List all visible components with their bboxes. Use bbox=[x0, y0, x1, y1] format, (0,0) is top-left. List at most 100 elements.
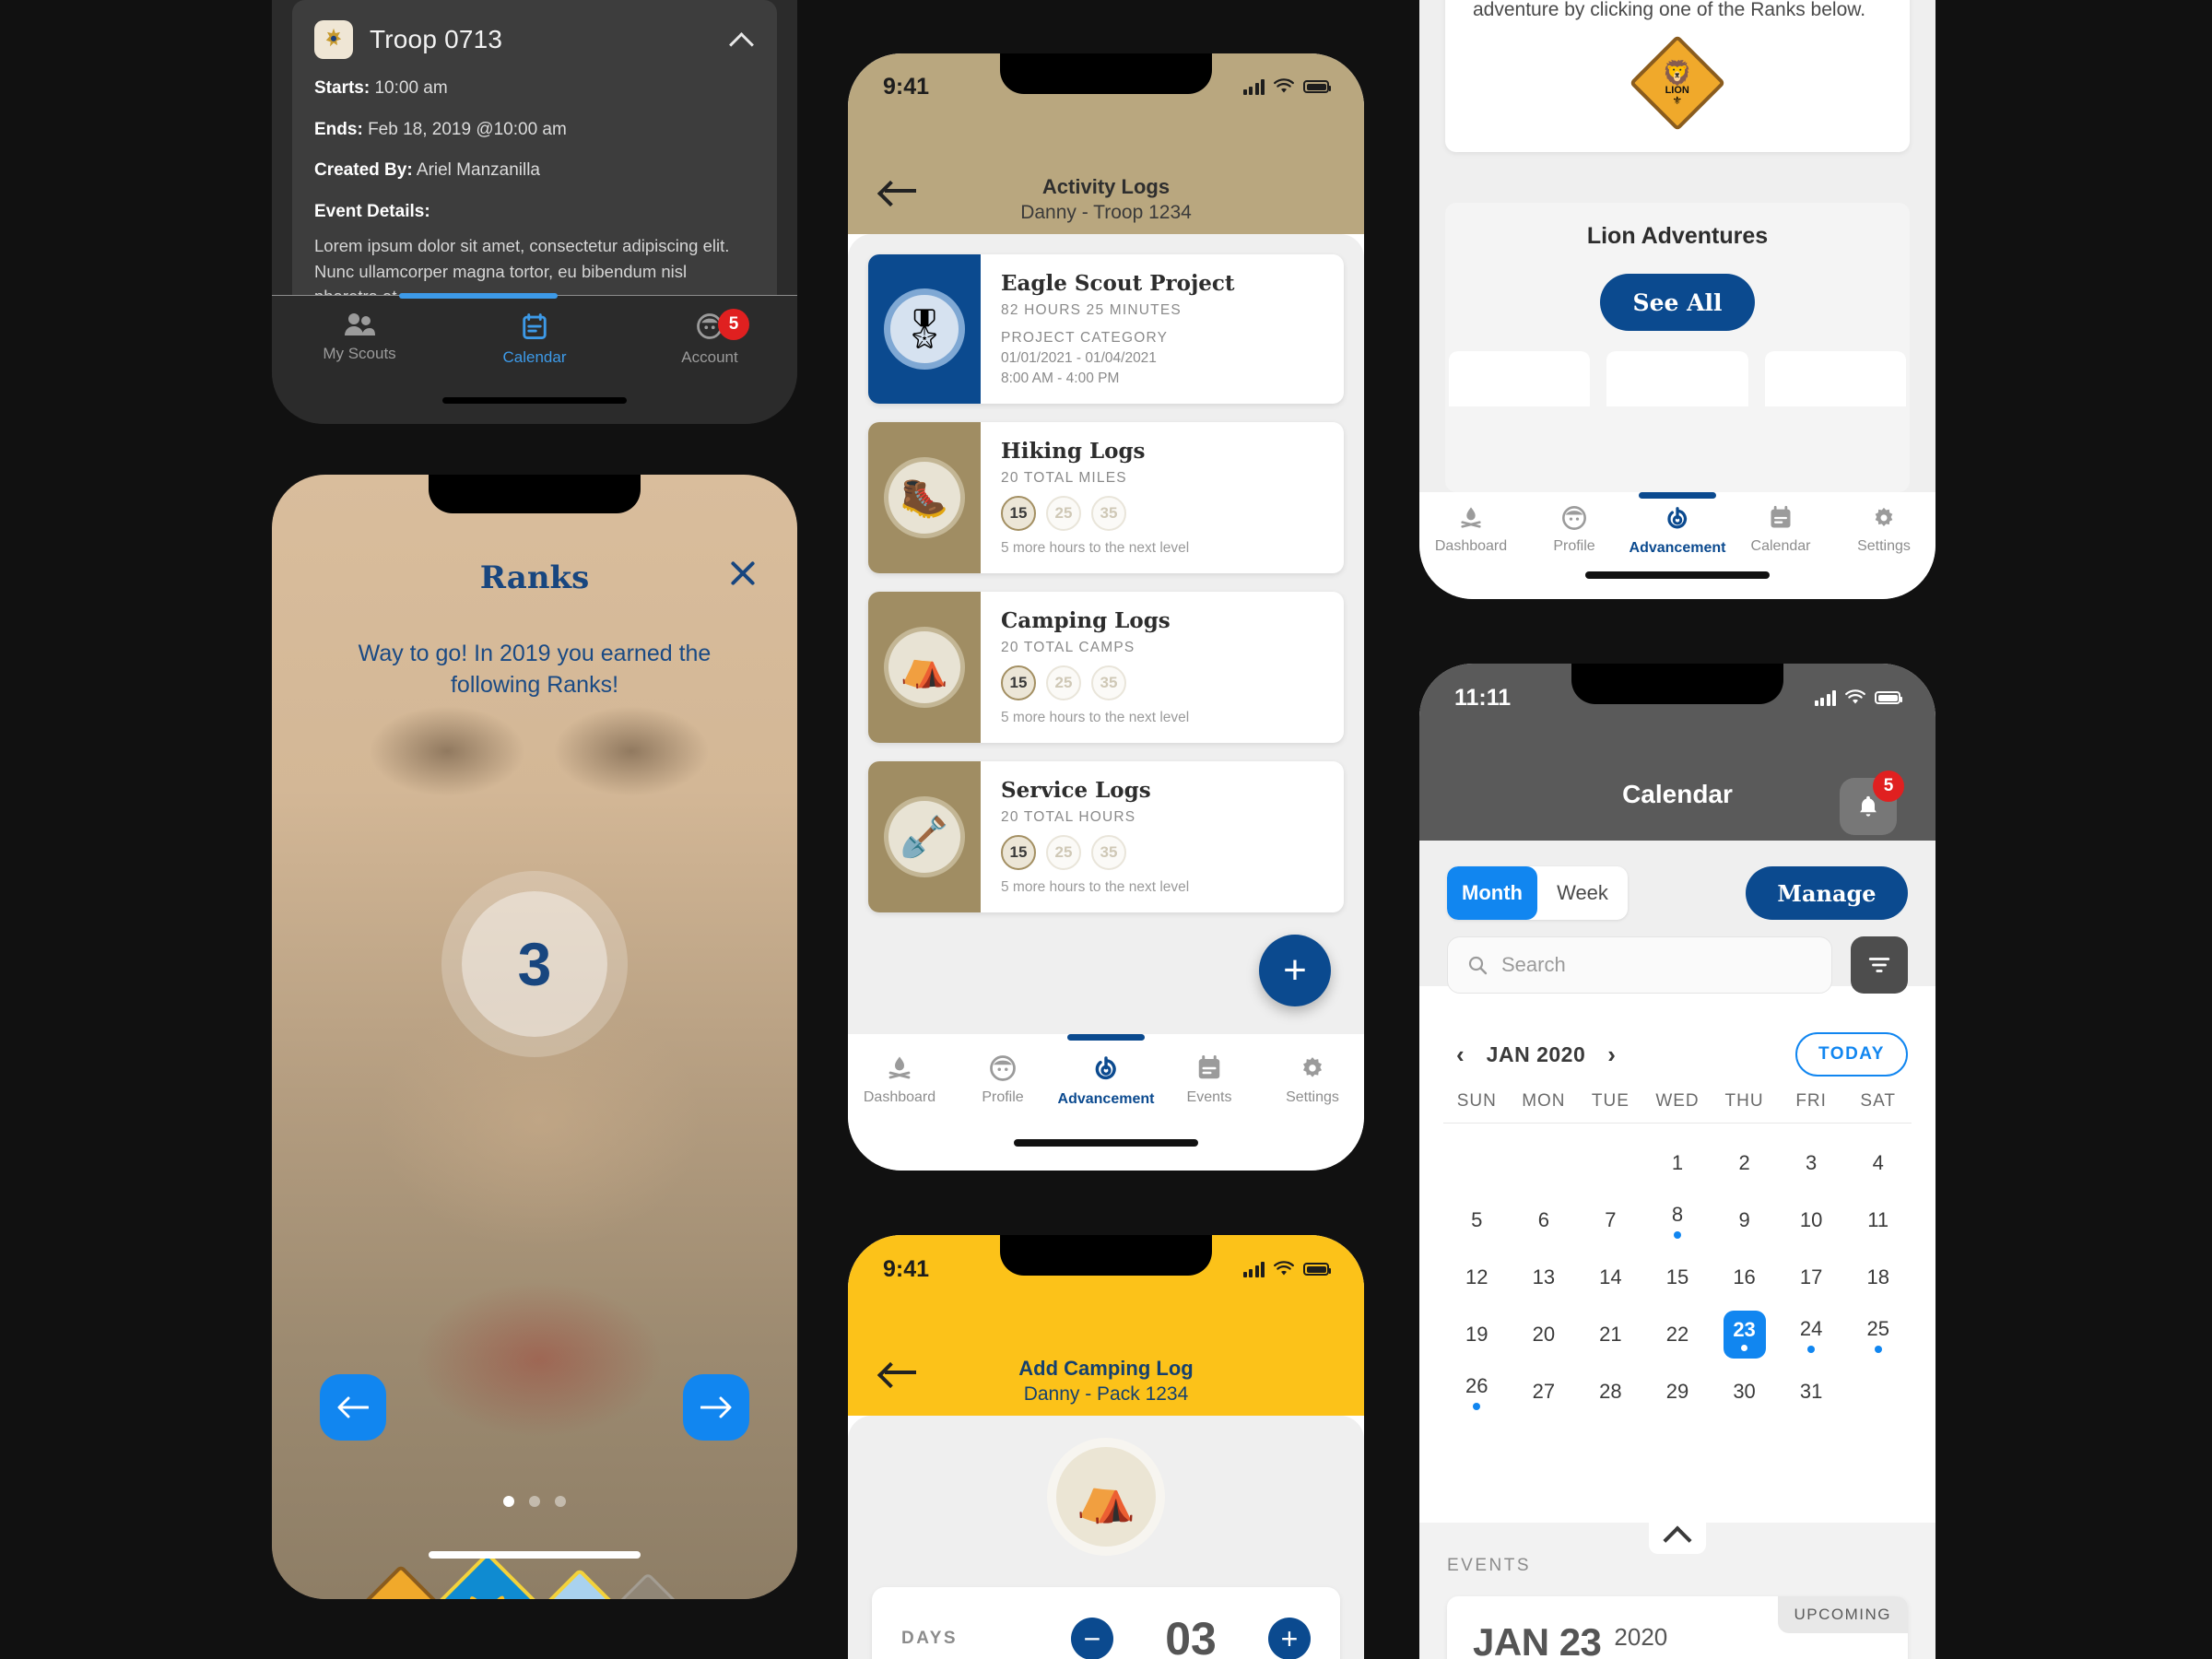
add-log-fab[interactable]: + bbox=[1259, 935, 1331, 1006]
troop-header[interactable]: Troop 0713 bbox=[314, 20, 755, 59]
day-cell[interactable]: 15 bbox=[1644, 1251, 1712, 1304]
tab-profile[interactable]: Profile bbox=[1523, 505, 1626, 557]
day-cell[interactable]: 2 bbox=[1711, 1136, 1778, 1190]
tab-account[interactable]: Account 5 bbox=[622, 309, 797, 424]
tab-label: Profile bbox=[982, 1089, 1024, 1105]
phone-calendar: 11:11 Calendar 5 Month Week Manage Searc… bbox=[1419, 664, 1936, 1659]
day-cell[interactable]: 8 bbox=[1644, 1194, 1712, 1247]
cellular-signal-icon bbox=[1242, 1261, 1265, 1277]
tab-calendar[interactable]: Calendar bbox=[1729, 505, 1832, 557]
level-chip[interactable]: 35 bbox=[1091, 496, 1126, 531]
notifications-button[interactable]: 5 bbox=[1840, 771, 1904, 835]
status-time: 9:41 bbox=[883, 73, 930, 100]
carousel-dot[interactable] bbox=[503, 1496, 514, 1507]
minus-icon[interactable]: − bbox=[1071, 1618, 1113, 1659]
days-value[interactable]: 03 bbox=[1147, 1612, 1235, 1659]
level-chip[interactable]: 15 bbox=[1001, 665, 1036, 700]
day-cell[interactable]: 1 bbox=[1644, 1136, 1712, 1190]
day-cell[interactable]: 19 bbox=[1443, 1308, 1511, 1361]
tab-label: Dashboard bbox=[1434, 538, 1508, 554]
manage-button[interactable]: Manage bbox=[1746, 866, 1908, 920]
see-all-button[interactable]: See All bbox=[1600, 274, 1755, 331]
adventure-tile[interactable] bbox=[1606, 351, 1748, 406]
carousel-dot[interactable] bbox=[529, 1496, 540, 1507]
day-cell[interactable]: 5 bbox=[1443, 1194, 1511, 1247]
tab-dashboard[interactable]: Dashboard bbox=[1419, 505, 1523, 557]
day-cell[interactable]: 25 bbox=[1844, 1308, 1912, 1361]
log-next-level-note: 5 more hours to the next level bbox=[1001, 540, 1190, 556]
today-button[interactable]: TODAY bbox=[1795, 1032, 1908, 1077]
event-ends-row: Ends: Feb 18, 2019 @10:00 am bbox=[314, 119, 755, 142]
close-icon[interactable] bbox=[727, 558, 759, 589]
day-cell[interactable]: 13 bbox=[1511, 1251, 1578, 1304]
carousel-dot[interactable] bbox=[555, 1496, 566, 1507]
event-card[interactable]: UPCOMING JAN 23 2020 Parent Event Name L… bbox=[1447, 1596, 1908, 1659]
level-chip[interactable]: 35 bbox=[1091, 835, 1126, 870]
chevron-up-icon[interactable] bbox=[731, 28, 755, 52]
chevron-right-icon[interactable]: › bbox=[1598, 1041, 1625, 1069]
tab-settings[interactable]: Settings bbox=[1832, 505, 1936, 557]
chevron-left-icon[interactable]: ‹ bbox=[1447, 1041, 1474, 1069]
advancement-icon bbox=[1091, 1054, 1121, 1084]
tab-profile[interactable]: Profile bbox=[951, 1054, 1054, 1108]
level-chip[interactable]: 35 bbox=[1091, 665, 1126, 700]
day-cell[interactable]: 7 bbox=[1577, 1194, 1644, 1247]
tab-dashboard[interactable]: Dashboard bbox=[848, 1054, 951, 1108]
day-cell[interactable]: 9 bbox=[1711, 1194, 1778, 1247]
day-cell[interactable]: 23 bbox=[1711, 1308, 1778, 1361]
adventure-tile[interactable] bbox=[1764, 351, 1906, 406]
event-detail-card[interactable]: Troop 0713 Starts: 10:00 am Ends: Feb 18… bbox=[292, 0, 777, 334]
filter-button[interactable] bbox=[1851, 936, 1908, 994]
tab-advancement[interactable]: Advancement bbox=[1626, 505, 1729, 557]
day-cell[interactable]: 20 bbox=[1511, 1308, 1578, 1361]
day-cell[interactable]: 16 bbox=[1711, 1251, 1778, 1304]
level-chip[interactable]: 25 bbox=[1046, 665, 1081, 700]
carousel-dots[interactable] bbox=[272, 1496, 797, 1507]
tab-events[interactable]: Events bbox=[1158, 1054, 1261, 1108]
tab-calendar[interactable]: Calendar bbox=[447, 312, 622, 424]
log-card-hiking[interactable]: 🥾 Hiking Logs 20 TOTAL MILES 15 25 35 5 … bbox=[868, 422, 1344, 573]
day-cell[interactable]: 21 bbox=[1577, 1308, 1644, 1361]
day-cell[interactable]: 28 bbox=[1577, 1365, 1644, 1418]
level-chip[interactable]: 25 bbox=[1046, 835, 1081, 870]
view-month-button[interactable]: Month bbox=[1447, 866, 1537, 920]
createdby-label: Created By: bbox=[314, 160, 413, 181]
day-cell[interactable]: 30 bbox=[1711, 1365, 1778, 1418]
rank-badge-lion[interactable]: 🦁 LION ⚜ bbox=[1629, 34, 1726, 132]
day-cell[interactable]: 26 bbox=[1443, 1365, 1511, 1418]
day-number: 16 bbox=[1733, 1265, 1756, 1288]
day-cell[interactable]: 31 bbox=[1778, 1365, 1845, 1418]
day-cell[interactable]: 27 bbox=[1511, 1365, 1578, 1418]
adventure-tile[interactable] bbox=[1449, 351, 1591, 406]
tab-settings[interactable]: Settings bbox=[1261, 1054, 1364, 1108]
account-notification-badge: 5 bbox=[718, 309, 749, 340]
day-cell[interactable]: 3 bbox=[1778, 1136, 1845, 1190]
day-cell[interactable]: 11 bbox=[1844, 1194, 1912, 1247]
ranks-prev-button[interactable] bbox=[320, 1374, 386, 1441]
day-cell[interactable]: 6 bbox=[1511, 1194, 1578, 1247]
day-cell[interactable]: 24 bbox=[1778, 1308, 1845, 1361]
day-number: 24 bbox=[1799, 1316, 1823, 1340]
log-card-eagle-scout[interactable]: 🎖 Eagle Scout Project 82 HOURS 25 MINUTE… bbox=[868, 254, 1344, 404]
day-cell[interactable]: 29 bbox=[1644, 1365, 1712, 1418]
day-cell[interactable]: 18 bbox=[1844, 1251, 1912, 1304]
view-week-button[interactable]: Week bbox=[1537, 866, 1628, 920]
ranks-next-button[interactable] bbox=[683, 1374, 749, 1441]
level-chip[interactable]: 15 bbox=[1001, 496, 1036, 531]
day-cell[interactable]: 22 bbox=[1644, 1308, 1712, 1361]
search-input[interactable]: Search bbox=[1447, 936, 1832, 994]
day-cell[interactable]: 14 bbox=[1577, 1251, 1644, 1304]
level-chip[interactable]: 25 bbox=[1046, 496, 1081, 531]
log-card-camping[interactable]: ⛺ Camping Logs 20 TOTAL CAMPS 15 25 35 5… bbox=[868, 592, 1344, 743]
bobcat-icon: 🐱 bbox=[436, 1594, 539, 1599]
collapse-calendar-handle[interactable] bbox=[1649, 1523, 1706, 1554]
log-card-service[interactable]: 🪏 Service Logs 20 TOTAL HOURS 15 25 35 5… bbox=[868, 761, 1344, 912]
day-cell[interactable]: 4 bbox=[1844, 1136, 1912, 1190]
plus-icon[interactable]: + bbox=[1268, 1618, 1311, 1659]
level-chip[interactable]: 15 bbox=[1001, 835, 1036, 870]
tab-advancement[interactable]: Advancement bbox=[1054, 1054, 1158, 1108]
day-cell[interactable]: 17 bbox=[1778, 1251, 1845, 1304]
tab-my-scouts[interactable]: My Scouts bbox=[272, 312, 447, 424]
day-cell[interactable]: 12 bbox=[1443, 1251, 1511, 1304]
day-cell[interactable]: 10 bbox=[1778, 1194, 1845, 1247]
